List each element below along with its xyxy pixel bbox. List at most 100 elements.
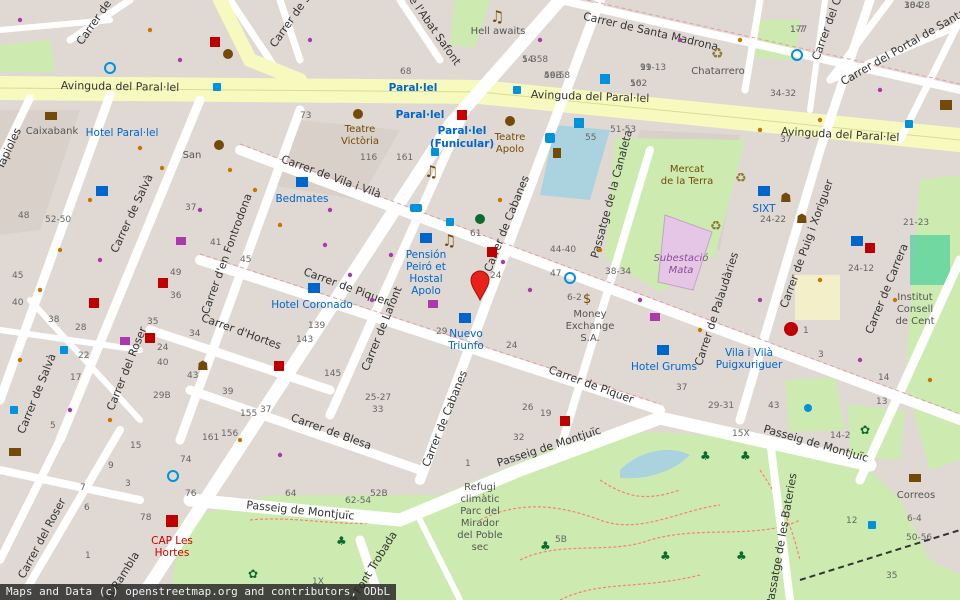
tree-icon[interactable]: ♣ xyxy=(736,549,747,563)
viewpoint-icon[interactable] xyxy=(940,100,952,110)
tree-icon[interactable]: ♣ xyxy=(336,534,347,548)
fountain-icon[interactable] xyxy=(804,404,812,412)
house-number: 37 xyxy=(260,405,271,415)
hotel-icon[interactable] xyxy=(296,177,308,187)
recycling-icon[interactable]: ♻ xyxy=(711,46,724,62)
house-number: 52B xyxy=(370,489,388,499)
bus-stop-icon[interactable] xyxy=(10,406,18,414)
poi-pension[interactable]: Pensión Peiró et Hostal Apolo xyxy=(406,249,447,297)
recycling-icon[interactable]: ♻ xyxy=(710,219,722,234)
dog-park-icon[interactable]: ✿ xyxy=(860,423,870,437)
metro-icon[interactable] xyxy=(457,110,467,120)
poi-paralel-funicular[interactable]: Paral·lel (Funicular) xyxy=(430,125,494,150)
amenity-dot xyxy=(277,222,283,228)
theatre-icon[interactable] xyxy=(223,49,233,59)
shop-icon[interactable] xyxy=(428,300,438,308)
pharmacy-icon[interactable] xyxy=(560,416,570,426)
tree-icon[interactable]: ♣ xyxy=(660,549,671,563)
taxi-icon[interactable] xyxy=(410,204,422,212)
theatre-icon[interactable] xyxy=(353,109,363,119)
hotel-icon[interactable] xyxy=(420,233,432,243)
hospital-icon[interactable] xyxy=(784,322,798,336)
bus-stop-icon[interactable] xyxy=(905,120,913,128)
ferry-icon[interactable] xyxy=(574,118,584,128)
pharmacy-icon[interactable] xyxy=(158,278,168,288)
bus-stop-icon[interactable] xyxy=(545,133,555,143)
bus-stop-icon[interactable] xyxy=(446,218,454,226)
poi-chatarrero[interactable]: Chatarrero xyxy=(691,66,745,77)
theatre-icon[interactable] xyxy=(505,116,515,126)
sports-icon[interactable] xyxy=(475,214,485,224)
hotel-icon[interactable] xyxy=(657,345,669,355)
shop-icon[interactable] xyxy=(650,313,660,321)
bank-icon[interactable] xyxy=(45,112,57,120)
poi-correos[interactable]: Correos xyxy=(897,490,935,501)
hotel-icon[interactable] xyxy=(96,186,108,196)
poi-cap-line-1: CAP Les xyxy=(151,535,193,547)
recycling-icon[interactable]: ♻ xyxy=(735,171,747,186)
pharmacy-icon[interactable] xyxy=(89,298,99,308)
poi-money-line-1: Money xyxy=(573,309,606,320)
tree-icon[interactable]: ♣ xyxy=(740,449,751,463)
playground-icon[interactable]: ☗ xyxy=(780,191,792,206)
pharmacy-icon[interactable] xyxy=(487,247,497,257)
house-number: 5B xyxy=(555,535,567,545)
poi-hell-awaits[interactable]: Hell awaits xyxy=(471,26,526,37)
poi-mercat-line-2: de la Terra xyxy=(661,176,714,187)
parking-icon[interactable] xyxy=(600,74,610,84)
bank-icon[interactable] xyxy=(9,448,21,456)
pharmacy-icon[interactable] xyxy=(210,37,220,47)
theatre-icon[interactable] xyxy=(214,140,224,150)
poi-hotel-coronado[interactable]: Hotel Coronado xyxy=(271,299,353,311)
poi-caixabank[interactable]: Caixabank xyxy=(26,126,79,137)
music-icon[interactable]: ♫ xyxy=(442,231,456,250)
toilets-icon[interactable] xyxy=(553,148,561,158)
street-map[interactable]: Avinguda del Paral·lel Avinguda del Para… xyxy=(0,0,960,600)
shop-icon[interactable] xyxy=(120,337,130,345)
poi-vila-puig[interactable]: Vila i Vilà Puigxuriguer xyxy=(716,347,783,371)
hotel-icon[interactable] xyxy=(758,186,770,196)
playground-icon[interactable]: ☗ xyxy=(197,359,209,374)
poi-sixt[interactable]: SIXT xyxy=(752,203,776,215)
pharmacy-icon[interactable] xyxy=(145,333,155,343)
poi-teatre-victoria[interactable]: Teatre Victòria xyxy=(341,124,379,147)
house-number: 33 xyxy=(372,405,383,415)
poi-cap-les-hortes[interactable]: CAP Les Hortes xyxy=(151,535,193,559)
house-number: 14 xyxy=(878,373,890,383)
pharmacy-icon[interactable] xyxy=(166,515,178,527)
poi-nuevo-triunfo[interactable]: Nuevo Triunfo xyxy=(447,328,484,352)
poi-bedmates[interactable]: Bedmates xyxy=(275,193,328,205)
shop-icon[interactable] xyxy=(176,237,186,245)
music-icon[interactable]: ♫ xyxy=(424,162,438,181)
poi-hotel-paralel[interactable]: Hotel Paral·lel xyxy=(86,127,159,139)
music-icon[interactable]: ♫ xyxy=(490,7,504,26)
house-number: 162 xyxy=(630,79,647,89)
house-number: 17 xyxy=(70,373,81,383)
house-number: 35 xyxy=(147,317,158,327)
pharmacy-icon[interactable] xyxy=(274,361,284,371)
bus-stop-icon[interactable] xyxy=(868,521,876,529)
tree-icon[interactable]: ♣ xyxy=(540,539,551,553)
poi-hotel-grums[interactable]: Hotel Grums xyxy=(631,361,697,373)
bus-stop-icon[interactable] xyxy=(513,86,521,94)
hotel-icon[interactable] xyxy=(308,283,320,293)
bus-stop-icon[interactable] xyxy=(213,83,221,91)
hotel-icon[interactable] xyxy=(851,236,863,246)
poi-san[interactable]: San xyxy=(183,150,202,161)
dog-park-icon[interactable]: ✿ xyxy=(248,567,258,581)
bus-stop-icon[interactable] xyxy=(431,148,439,156)
poi-paralel-station-top[interactable]: Paral·lel xyxy=(389,82,438,94)
poi-refugi-line-2: climàtic xyxy=(460,493,499,505)
poi-institut-line-2: Consell xyxy=(897,304,933,315)
bus-stop-icon[interactable] xyxy=(60,346,68,354)
poi-paralel-station[interactable]: Paral·lel xyxy=(396,109,445,121)
pharmacy-icon[interactable] xyxy=(865,243,875,253)
house-number: 5 xyxy=(50,421,56,431)
hotel-icon[interactable] xyxy=(459,313,471,323)
post-office-icon[interactable] xyxy=(909,474,921,482)
tree-icon[interactable]: ♣ xyxy=(700,449,711,463)
poi-institut[interactable]: Institut Consell de Cent xyxy=(895,292,934,327)
playground-icon[interactable]: ☗ xyxy=(796,212,808,227)
exchange-icon[interactable]: $ xyxy=(583,292,591,307)
poi-teatre-apolo[interactable]: Teatre Apolo xyxy=(494,132,526,155)
